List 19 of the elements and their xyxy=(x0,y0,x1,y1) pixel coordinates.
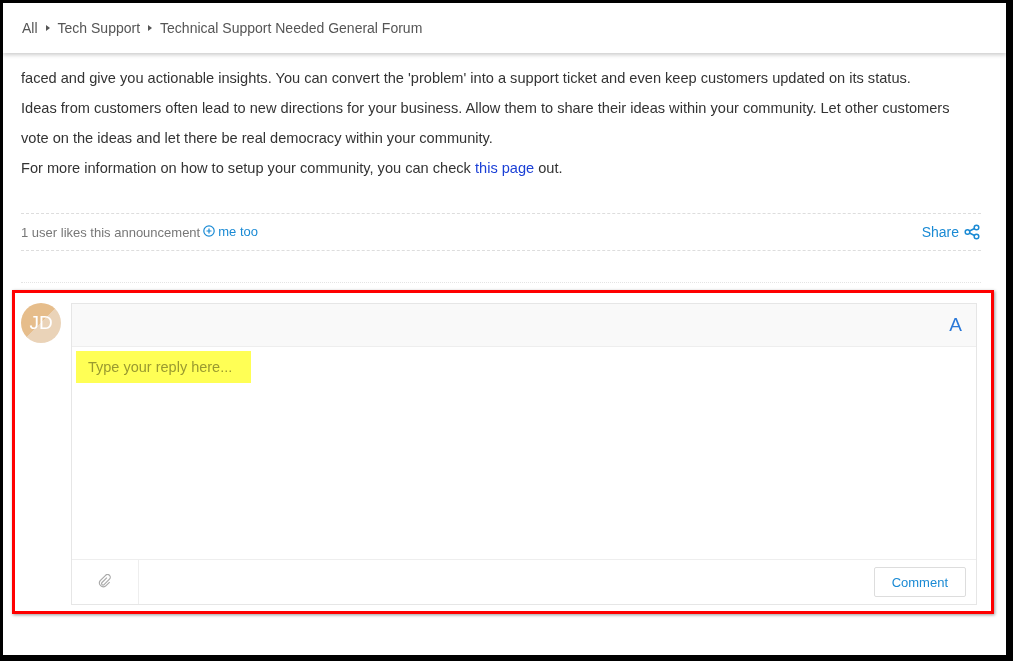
me-too-link[interactable]: me too xyxy=(203,223,258,239)
reply-field[interactable]: Type your reply here... xyxy=(76,351,252,383)
breadcrumb-link[interactable]: All xyxy=(22,20,38,36)
breadcrumb-separator-icon xyxy=(148,25,153,31)
breadcrumb-link[interactable]: Tech Support xyxy=(57,20,141,36)
paperclip-icon[interactable] xyxy=(97,574,113,590)
share-link[interactable]: Share xyxy=(921,224,980,240)
breadcrumb-link[interactable]: Technical Support Needed General Forum xyxy=(160,20,423,36)
post-paragraph: Ideas from customers often lead to new directions for your business. Allow them to share their ideas within your community. Let other customers vote on the ideas and let there be real democracy within your community. xyxy=(21,99,951,148)
user-avatar: JD xyxy=(21,303,61,343)
likes-count: 1 user likes this announcement xyxy=(21,225,201,240)
plus-circle-icon xyxy=(203,225,216,237)
breadcrumb-separator-icon xyxy=(45,25,50,31)
post-paragraph: faced and give you actionable insights. You can convert the 'problem' into a support ticket and even keep customers updated on its status. xyxy=(21,69,912,88)
page-link[interactable]: this page xyxy=(474,160,535,176)
post-paragraph: For more information on how to setup your community, you can check this page out. xyxy=(21,159,564,178)
comment-button[interactable]: Comment xyxy=(873,567,966,597)
share-icon xyxy=(964,224,980,240)
font-format-button[interactable]: A xyxy=(949,314,962,336)
